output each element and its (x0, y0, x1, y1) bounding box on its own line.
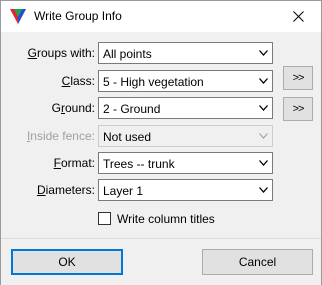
groups-with-label: Groups with: (27, 46, 95, 60)
groups-with-value: All points (103, 47, 152, 61)
chevron-down-icon (259, 160, 268, 166)
inside-fence-select: Not used (98, 125, 273, 147)
class-select[interactable]: 5 - High vegetation (98, 70, 273, 92)
window-title: Write Group Info (34, 9, 122, 23)
groups-with-row: Groups with: All points (1, 42, 321, 66)
write-column-titles-option[interactable]: Write column titles (98, 211, 278, 227)
inside-fence-label: Inside fence: (26, 129, 95, 143)
close-icon (292, 11, 304, 22)
chevron-down-icon (259, 50, 268, 56)
class-value: 5 - High vegetation (103, 75, 204, 89)
format-value: Trees -- trunk (103, 157, 175, 171)
groups-with-select[interactable]: All points (98, 42, 273, 64)
button-bar: OK Cancel (1, 238, 321, 285)
cancel-button[interactable]: Cancel (202, 249, 313, 275)
chevron-down-icon (259, 133, 268, 139)
ground-select[interactable]: 2 - Ground (98, 97, 273, 119)
write-column-titles-label: Write column titles (117, 212, 215, 226)
ground-label: Ground: (51, 101, 95, 115)
class-more-button[interactable]: >> (283, 66, 313, 90)
inside-fence-value: Not used (103, 130, 152, 144)
app-triangle-icon (10, 9, 26, 24)
ground-row: Ground: 2 - Ground (1, 97, 321, 121)
chevron-down-icon (259, 78, 268, 84)
dialog-window: Write Group Info Groups with: All points… (0, 0, 322, 285)
ground-more-button[interactable]: >> (283, 97, 313, 121)
ground-value: 2 - Ground (103, 102, 161, 116)
diameters-value: Layer 1 (103, 184, 144, 198)
chevron-down-icon (259, 105, 268, 111)
write-column-titles-checkbox[interactable] (98, 212, 111, 225)
diameters-row: Diameters: Layer 1 (1, 179, 321, 203)
title-bar[interactable]: Write Group Info (1, 1, 321, 32)
diameters-select[interactable]: Layer 1 (98, 179, 273, 201)
class-row: Class: 5 - High vegetation (1, 70, 321, 94)
diameters-label: Diameters: (36, 183, 95, 197)
class-label: Class: (61, 74, 95, 88)
format-select[interactable]: Trees -- trunk (98, 152, 273, 174)
chevron-down-icon (259, 187, 268, 193)
ok-button[interactable]: OK (11, 249, 123, 275)
format-row: Format: Trees -- trunk (1, 152, 321, 176)
close-button[interactable] (275, 1, 321, 32)
format-label: Format: (53, 156, 95, 170)
inside-fence-row: Inside fence: Not used (1, 125, 321, 149)
